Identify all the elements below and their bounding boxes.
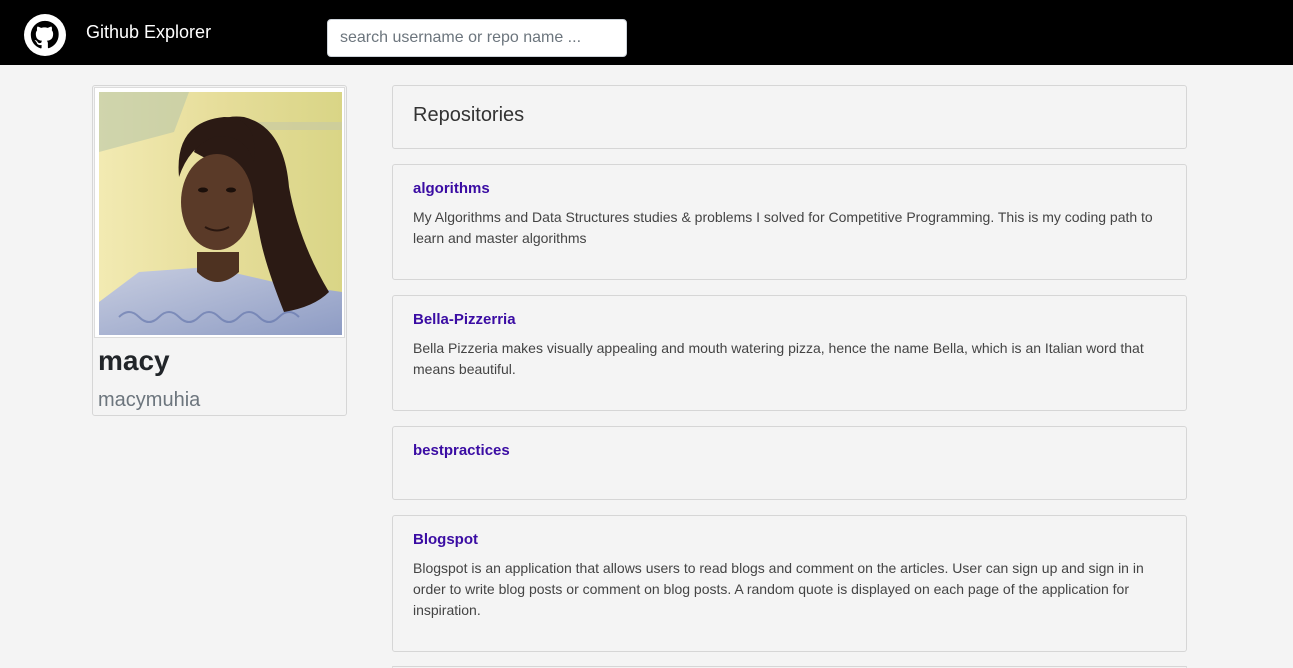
repo-description: Bella Pizzeria makes visually appealing … [413,340,1144,377]
repo-card: bestpractices [392,426,1187,500]
repo-card: Blogspot Blogspot is an application that… [392,515,1187,652]
avatar [99,92,342,335]
repo-card: algorithms My Algorithms and Data Struct… [392,164,1187,280]
repo-description: My Algorithms and Data Structures studie… [413,209,1153,246]
profile-username: macymuhia [98,389,201,411]
github-logo-icon[interactable] [24,14,66,56]
profile-card: macy macymuhia [92,85,347,416]
repo-description: Blogspot is an application that allows u… [413,560,1144,618]
navbar: Github Explorer [0,0,1293,65]
search-input[interactable] [327,19,627,57]
repositories-title: Repositories [413,104,525,126]
app-title[interactable]: Github Explorer [86,21,211,43]
profile-name: macy [98,345,170,376]
repo-link[interactable]: Bella-Pizzerria [413,311,516,329]
repo-link[interactable]: algorithms [413,180,490,198]
repo-link[interactable]: Blogspot [413,531,478,549]
repo-link[interactable]: bestpractices [413,442,510,460]
avatar-frame [94,87,345,338]
repo-card: Bella-Pizzerria Bella Pizzeria makes vis… [392,295,1187,411]
repositories-header: Repositories [392,85,1187,149]
